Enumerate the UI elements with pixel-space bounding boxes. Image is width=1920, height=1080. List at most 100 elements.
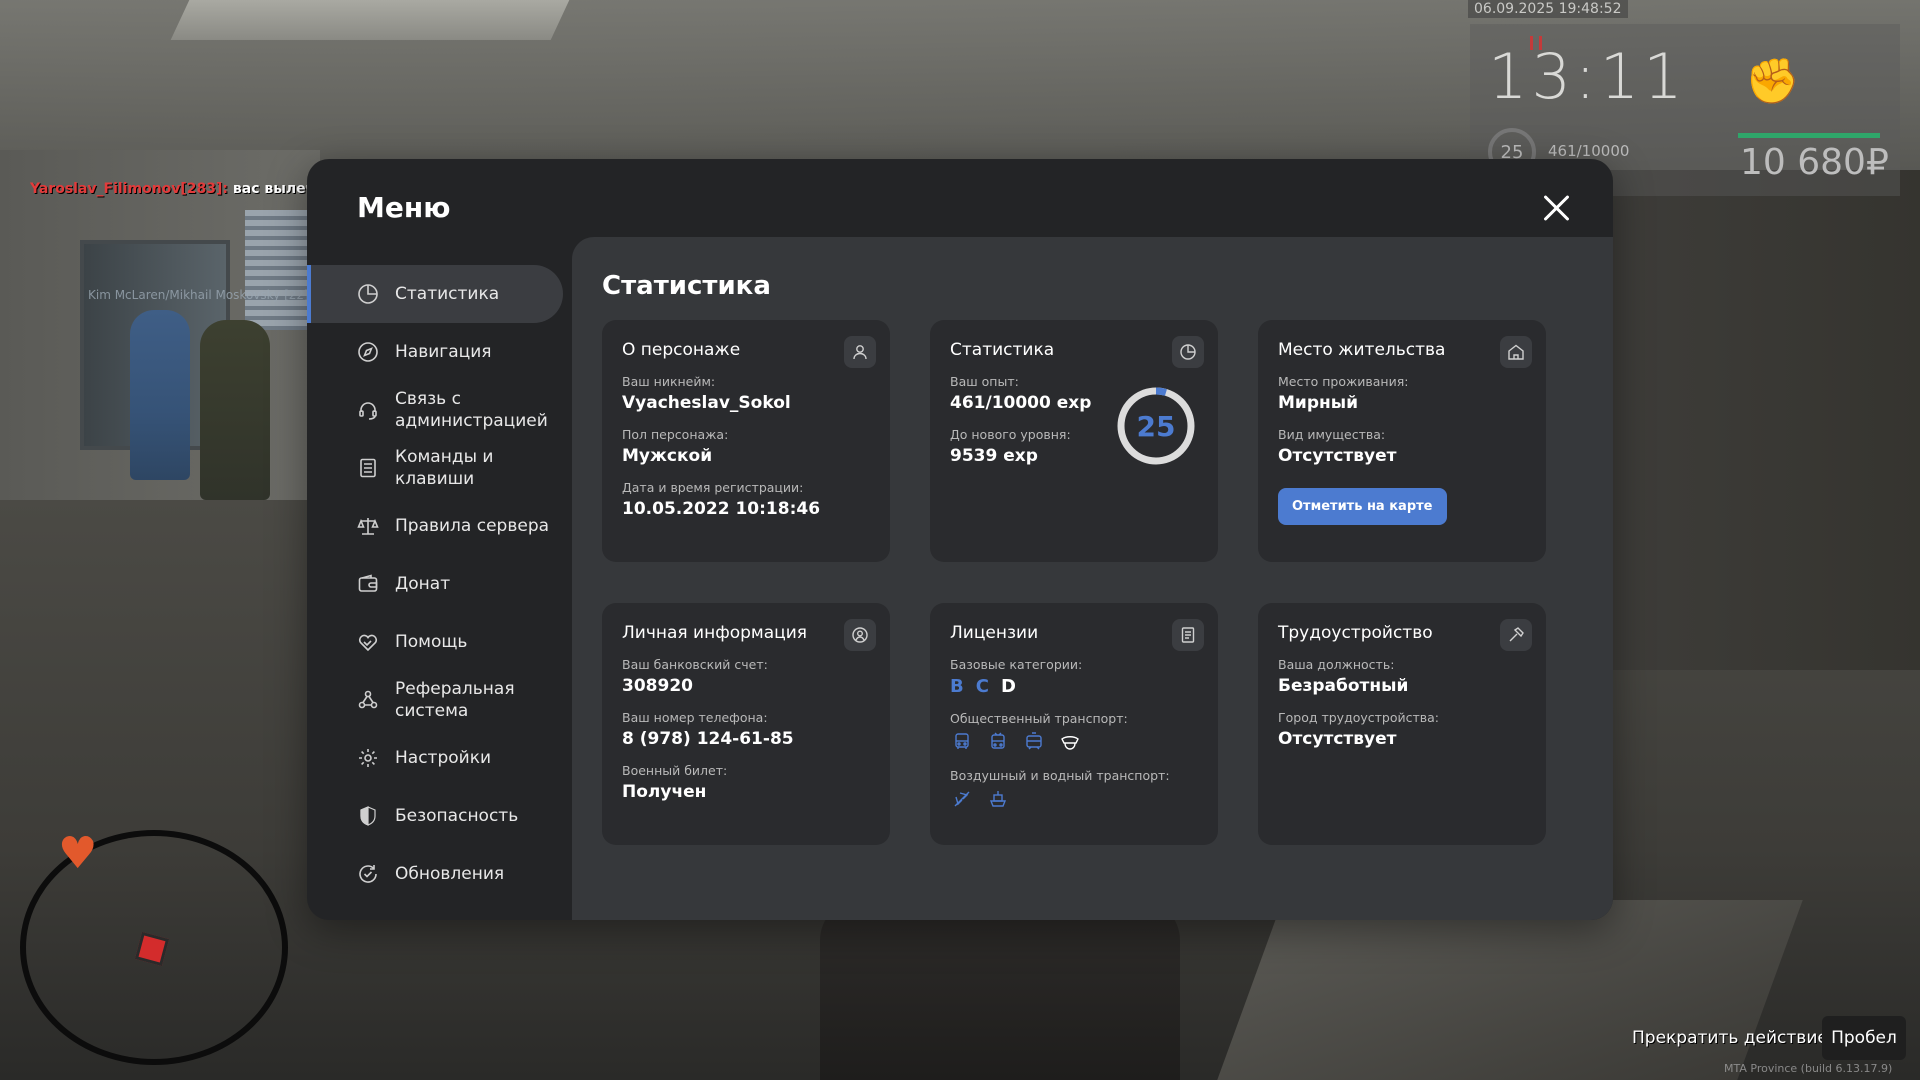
health-bar xyxy=(1738,133,1880,138)
phone-label: Ваш номер телефона: xyxy=(622,710,768,725)
sidebar-item-label: Связь с администрацией xyxy=(395,389,548,431)
sidebar-item-referral[interactable]: Реферальная система xyxy=(307,671,563,729)
public-transport-label: Общественный транспорт: xyxy=(950,711,1128,726)
hud-money: 10 680₽ xyxy=(1740,142,1889,183)
license-category-d: D xyxy=(1000,676,1016,697)
sidebar-item-label: Донат xyxy=(395,574,451,594)
spacebar-key-button[interactable]: Пробел xyxy=(1822,1016,1906,1060)
gear-icon xyxy=(357,747,379,769)
sidebar-item-label: Статистика xyxy=(395,284,500,304)
ceiling-light xyxy=(170,0,570,40)
card-residence: Место жительства Место проживания: Мирны… xyxy=(1258,320,1546,562)
sidebar: Статистика Навигация Связь с администрац… xyxy=(307,265,563,903)
hud-clock: 13:11 xyxy=(1488,40,1687,113)
document-icon xyxy=(1172,619,1204,651)
military-label: Военный билет: xyxy=(622,763,728,778)
card-employment: Трудоустройство Ваша должность: Безработ… xyxy=(1258,603,1546,845)
handshake-heart-icon xyxy=(357,631,379,653)
player-name-tag: Kim McLaren/Mikhail Moskovsky [22] xyxy=(88,288,309,302)
equipment xyxy=(1217,900,1803,1080)
headset-icon xyxy=(357,399,379,421)
bus-icon xyxy=(950,730,974,754)
boat-icon xyxy=(986,787,1010,811)
registration-value: 10.05.2022 10:18:46 xyxy=(622,499,821,519)
shield-icon xyxy=(357,805,379,827)
card-personal-info: Личная информация Ваш банковский счет: 3… xyxy=(602,603,890,845)
sidebar-item-commands[interactable]: Команды и клавиши xyxy=(307,439,563,497)
card-title: О персонаже xyxy=(622,340,741,360)
license-categories: B C D xyxy=(950,676,1198,697)
wallet-icon xyxy=(357,573,379,595)
menu-window: Меню Статистика Навигация Связь с админи… xyxy=(307,159,1613,920)
license-category-c: C xyxy=(975,676,989,697)
sidebar-item-help[interactable]: Помощь xyxy=(307,613,563,671)
bank-label: Ваш банковский счет: xyxy=(622,657,768,672)
user-icon xyxy=(844,336,876,368)
sidebar-item-rules[interactable]: Правила сервера xyxy=(307,497,563,555)
sidebar-item-label: Навигация xyxy=(395,342,492,362)
employment-city-value: Отсутствует xyxy=(1278,729,1397,749)
card-statistics: Статистика Ваш опыт: 461/10000 exp До но… xyxy=(930,320,1218,562)
sidebar-item-label: Правила сервера xyxy=(395,516,550,536)
property-value: Отсутствует xyxy=(1278,446,1397,466)
doctor-character xyxy=(130,310,190,480)
document-list-icon xyxy=(357,457,379,479)
employment-city-label: Город трудоустройства: xyxy=(1278,710,1440,725)
sidebar-item-navigation[interactable]: Навигация xyxy=(307,323,563,381)
airplane-icon xyxy=(950,787,974,811)
sidebar-item-updates[interactable]: Обновления xyxy=(307,845,563,903)
compass-icon xyxy=(357,341,379,363)
hud-datetime: 06.09.2025 19:48:52 xyxy=(1468,0,1628,18)
public-transport-icons xyxy=(950,730,1198,754)
card-title: Место жительства xyxy=(1278,340,1446,360)
property-label: Вид имущества: xyxy=(1278,427,1386,442)
version-label: MTA Province (build 6.13.17.9) xyxy=(1724,1062,1893,1075)
refresh-check-icon xyxy=(357,863,379,885)
chat-line: Yaroslav_Filimonov[283]: вас вылечить? xyxy=(30,181,350,197)
nickname-label: Ваш никнейм: xyxy=(622,374,716,389)
sidebar-item-settings[interactable]: Настройки xyxy=(307,729,563,787)
hammer-icon xyxy=(1500,619,1532,651)
card-character: О персонаже Ваш никнейм: Vyacheslav_Soko… xyxy=(602,320,890,562)
military-value: Получен xyxy=(622,782,707,802)
level-value: 25 xyxy=(1136,409,1176,443)
sidebar-item-label: Обновления xyxy=(395,864,505,884)
player-character xyxy=(820,900,1180,1080)
gender-label: Пол персонажа: xyxy=(622,427,729,442)
card-licenses: Лицензии Базовые категории: B C D Общест… xyxy=(930,603,1218,845)
scales-icon xyxy=(357,515,379,537)
house-icon xyxy=(1500,336,1532,368)
close-icon[interactable] xyxy=(1539,191,1573,225)
position-label: Ваша должность: xyxy=(1278,657,1395,672)
sidebar-item-admin-contact[interactable]: Связь с администрацией xyxy=(307,381,563,439)
sidebar-item-statistics[interactable]: Статистика xyxy=(307,265,563,323)
menu-title: Меню xyxy=(357,191,451,224)
sidebar-item-label: Настройки xyxy=(395,748,492,768)
license-category-b: B xyxy=(950,676,964,697)
info-board xyxy=(245,210,310,330)
content-panel: Статистика О персонаже Ваш никнейм: Vyac… xyxy=(572,237,1613,920)
air-water-transport-icons xyxy=(950,787,1198,811)
position-value: Безработный xyxy=(1278,676,1409,696)
driver-cap-icon xyxy=(1058,730,1082,754)
sidebar-item-donate[interactable]: Донат xyxy=(307,555,563,613)
soldier-character xyxy=(200,320,270,500)
tram-icon xyxy=(1022,730,1046,754)
pie-chart-icon xyxy=(357,283,379,305)
mark-on-map-button[interactable]: Отметить на карте xyxy=(1278,488,1447,525)
card-title: Статистика xyxy=(950,340,1055,360)
bank-value: 308920 xyxy=(622,676,693,696)
fist-icon: ✊ xyxy=(1745,56,1800,107)
card-title: Лицензии xyxy=(950,623,1039,643)
pie-chart-icon xyxy=(1172,336,1204,368)
right-wall xyxy=(1560,170,1920,670)
trolleybus-icon xyxy=(986,730,1010,754)
sidebar-item-label: Безопасность xyxy=(395,806,519,826)
content-title: Статистика xyxy=(602,271,771,301)
card-title: Трудоустройство xyxy=(1278,623,1433,643)
sidebar-item-label: Команды и клавиши xyxy=(395,447,494,489)
residence-value: Мирный xyxy=(1278,393,1359,413)
card-title: Личная информация xyxy=(622,623,808,643)
user-circle-icon xyxy=(844,619,876,651)
sidebar-item-security[interactable]: Безопасность xyxy=(307,787,563,845)
